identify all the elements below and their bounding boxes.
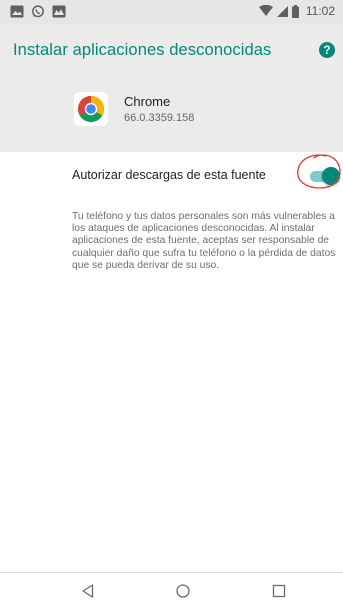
app-version: 66.0.3359.158 <box>124 112 195 124</box>
svg-text:?: ? <box>323 45 330 57</box>
status-time: 11:02 <box>305 4 335 18</box>
screen: 11:02 Instalar aplicaciones desconocidas… <box>0 0 343 610</box>
whatsapp-icon <box>32 5 44 18</box>
home-icon[interactable] <box>175 583 191 599</box>
app-name: Chrome <box>124 94 171 109</box>
setting-label: Autorizar descargas de esta fuente <box>72 168 266 182</box>
allow-downloads-setting[interactable]: Autorizar descargas de esta fuente <box>0 152 343 198</box>
signal-icon <box>276 6 288 17</box>
warning-description: Tu teléfono y tus datos personales son m… <box>72 211 336 271</box>
back-icon[interactable] <box>80 583 96 599</box>
toggle-thumb <box>322 167 340 185</box>
status-right-icons: 11:02 <box>258 4 335 18</box>
gallery-icon <box>52 5 66 18</box>
recents-icon[interactable] <box>271 583 287 599</box>
allow-downloads-toggle[interactable] <box>306 167 340 187</box>
header: Instalar aplicaciones desconocidas ? Chr… <box>0 24 343 152</box>
status-bar: 11:02 <box>0 0 343 24</box>
page-title: Instalar aplicaciones desconocidas <box>13 41 272 59</box>
image-icon <box>10 5 24 18</box>
status-left-icons <box>10 5 66 18</box>
chrome-icon <box>74 92 108 126</box>
help-icon[interactable]: ? <box>319 42 335 58</box>
battery-icon <box>291 4 299 18</box>
navigation-bar <box>0 572 343 610</box>
wifi-icon <box>258 5 273 16</box>
